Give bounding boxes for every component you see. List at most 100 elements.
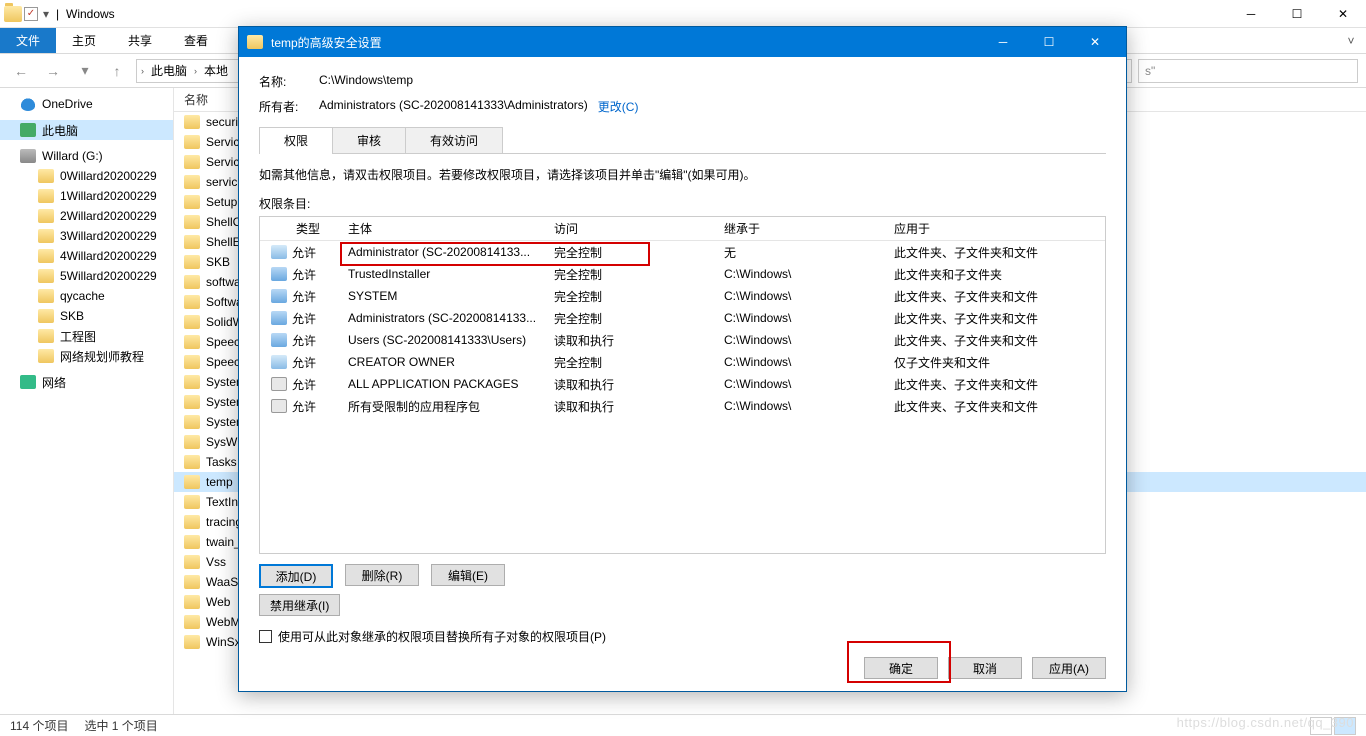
folder-icon [184,335,200,349]
sidebar-thispc[interactable]: 此电脑 [0,120,173,140]
folder-icon [38,169,54,183]
folder-icon [184,535,200,549]
dialog-title: temp的高级安全设置 [271,34,382,51]
disable-inheritance-button[interactable]: 禁用继承(I) [259,594,340,616]
permissions-table: 类型 主体 访问 继承于 应用于 允许Administrator (SC-202… [259,216,1106,554]
pc-icon [20,123,36,137]
folder-icon [184,195,200,209]
principal-icon [266,245,292,259]
breadcrumb[interactable]: 本地 [201,62,231,79]
permission-row[interactable]: 允许CREATOR OWNER完全控制C:\Windows\仅子文件夹和文件 [260,351,1105,373]
permission-row[interactable]: 允许Administrators (SC-20200814133...完全控制C… [260,307,1105,329]
replace-child-checkbox[interactable] [259,630,272,643]
sidebar-folder[interactable]: 4Willard20200229 [0,246,173,266]
folder-icon [184,615,200,629]
nav-forward-button[interactable]: → [40,58,66,84]
view-icons-button[interactable] [1334,717,1356,735]
permission-row[interactable]: 允许所有受限制的应用程序包读取和执行C:\Windows\此文件夹、子文件夹和文… [260,395,1105,417]
permission-row[interactable]: 允许Administrator (SC-20200814133...完全控制无此… [260,241,1105,263]
change-owner-link[interactable]: 更改(C) [598,98,639,115]
tab-effective-access[interactable]: 有效访问 [405,127,503,153]
permission-row[interactable]: 允许SYSTEM完全控制C:\Windows\此文件夹、子文件夹和文件 [260,285,1105,307]
minimize-button[interactable]: ─ [1228,0,1274,28]
principal-icon [266,377,292,391]
principal-icon [266,355,292,369]
sidebar-onedrive[interactable]: OneDrive [0,94,173,114]
breadcrumb[interactable]: 此电脑 [148,62,190,79]
remove-button[interactable]: 删除(R) [345,564,419,586]
folder-icon [184,575,200,589]
cloud-icon [20,97,36,111]
hint-text: 如需其他信息，请双击权限项目。若要修改权限项目，请选择该项目并单击"编辑"(如果… [259,154,1106,191]
permission-row[interactable]: 允许ALL APPLICATION PACKAGES读取和执行C:\Window… [260,373,1105,395]
ribbon-collapse-icon[interactable]: ˅ [1336,28,1366,53]
folder-icon [184,295,200,309]
folder-icon [38,329,54,343]
sidebar-folder[interactable]: SKB [0,306,173,326]
dialog-close-button[interactable]: ✕ [1072,27,1118,57]
cancel-button[interactable]: 取消 [948,657,1022,679]
folder-icon [184,555,200,569]
sidebar-folder[interactable]: 3Willard20200229 [0,226,173,246]
owner-label: 所有者: [259,98,319,115]
principal-icon [266,289,292,303]
ribbon-tab-share[interactable]: 共享 [112,28,168,53]
folder-icon [184,135,200,149]
permission-row[interactable]: 允许TrustedInstaller完全控制C:\Windows\此文件夹和子文… [260,263,1105,285]
folder-icon [184,435,200,449]
folder-icon [184,455,200,469]
dialog-titlebar[interactable]: temp的高级安全设置 ─ ☐ ✕ [239,27,1126,57]
status-bar: 114 个项目 选中 1 个项目 [0,714,1366,736]
tab-auditing[interactable]: 审核 [332,127,406,153]
folder-icon [184,475,200,489]
sidebar-folder[interactable]: 网络规划师教程 [0,346,173,366]
close-button[interactable]: ✕ [1320,0,1366,28]
folder-icon [38,189,54,203]
apply-button[interactable]: 应用(A) [1032,657,1106,679]
ribbon-tab-view[interactable]: 查看 [168,28,224,53]
folder-icon [184,235,200,249]
principal-icon [266,267,292,281]
view-details-button[interactable] [1310,717,1332,735]
entries-label: 权限条目: [259,191,1106,216]
replace-child-label: 使用可从此对象继承的权限项目替换所有子对象的权限项目(P) [278,628,606,645]
ribbon-tab-home[interactable]: 主页 [56,28,112,53]
search-input[interactable]: s" [1138,59,1358,83]
sidebar-folder[interactable]: 工程图 [0,326,173,346]
sidebar-folder[interactable]: 1Willard20200229 [0,186,173,206]
sidebar-folder[interactable]: 5Willard20200229 [0,266,173,286]
folder-icon [38,349,54,363]
sidebar-folder[interactable]: 0Willard20200229 [0,166,173,186]
sidebar-drive[interactable]: Willard (G:) [0,146,173,166]
folder-icon [184,255,200,269]
folder-icon [247,35,263,49]
qat-dropdown[interactable]: ▾ [40,7,52,21]
sidebar-network[interactable]: 网络 [0,372,173,392]
folder-icon [184,115,200,129]
sidebar-folder[interactable]: 2Willard20200229 [0,206,173,226]
nav-pane: OneDrive 此电脑 Willard (G:) 0Willard202002… [0,88,174,714]
ribbon-file[interactable]: 文件 [0,28,56,53]
add-button[interactable]: 添加(D) [259,564,333,588]
permissions-header[interactable]: 类型 主体 访问 继承于 应用于 [260,217,1105,241]
sidebar-folder[interactable]: qycache [0,286,173,306]
folder-icon [38,289,54,303]
dialog-minimize-button[interactable]: ─ [980,27,1026,57]
dialog-maximize-button[interactable]: ☐ [1026,27,1072,57]
folder-icon [184,275,200,289]
name-label: 名称: [259,73,319,90]
qat-checkbox[interactable]: ✓ [24,7,38,21]
permission-row[interactable]: 允许Users (SC-202008141333\Users)读取和执行C:\W… [260,329,1105,351]
nav-back-button[interactable]: ← [8,58,34,84]
maximize-button[interactable]: ☐ [1274,0,1320,28]
tab-permissions[interactable]: 权限 [259,127,333,153]
ok-button[interactable]: 确定 [864,657,938,679]
folder-icon [184,375,200,389]
window-title: Windows [62,7,115,21]
nav-recent-dropdown[interactable]: ▾ [72,58,98,84]
nav-up-button[interactable]: ↑ [104,58,130,84]
network-icon [20,375,36,389]
edit-button[interactable]: 编辑(E) [431,564,505,586]
folder-icon [184,175,200,189]
folder-icon [38,309,54,323]
